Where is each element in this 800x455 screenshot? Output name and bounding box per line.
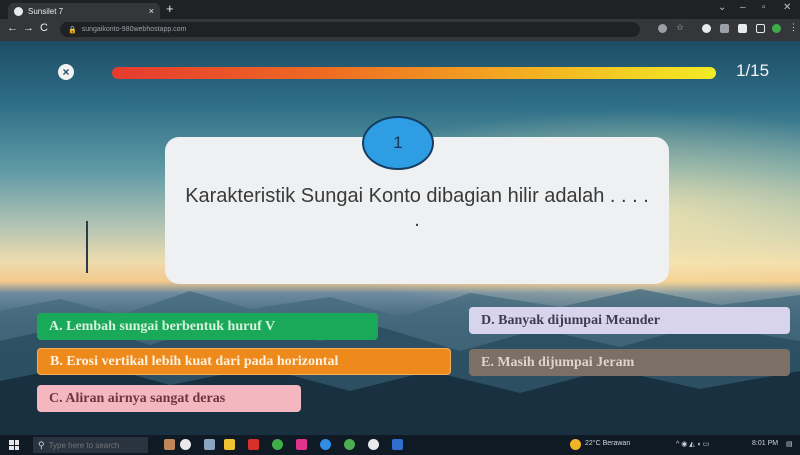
windows-start-icon[interactable] [9,440,19,450]
window-close-icon[interactable]: ✕ [783,3,791,13]
back-icon[interactable]: ← [7,23,18,34]
answer-option-b[interactable]: B. Erosi vertikal lebih kuat dari pada h… [37,348,451,375]
answer-option-d[interactable]: D. Banyak dijumpai Meander [469,307,790,334]
spotify-icon[interactable] [344,439,355,450]
weather-icon [570,439,581,450]
minimize-icon[interactable]: – [740,3,746,13]
weather-text: 22°C Berawan [585,440,631,447]
text-cursor [86,221,88,273]
favicon-icon [14,6,23,16]
address-bar-row: ← → C 🔒 sungaikonto-980webhostapp.com ☆ … [0,19,800,41]
sidepanel-icon[interactable] [756,24,765,33]
clock: 8:01 PM [752,440,779,447]
question-text: Karakteristik Sungai Konto dibagian hili… [185,185,649,231]
windows-taskbar: ⚲ 22°C Berawan ^ ◉ ◭ ◖ ▭ 8:01 PM ▤ [0,435,800,455]
word-icon[interactable] [392,439,403,450]
extension-z-icon[interactable] [720,24,729,33]
answer-option-e[interactable]: E. Masih dijumpai Jeram [469,349,790,376]
question-number-badge: 1 [362,116,434,170]
folder-icon[interactable] [224,439,235,450]
search-input[interactable] [48,440,145,450]
menu-dots-icon[interactable]: ⋮ [789,22,798,32]
tab-title: Sunsilet 7 [28,6,64,16]
search-icon: ⚲ [38,439,45,450]
star-icon[interactable]: ☆ [676,22,685,32]
lock-icon: 🔒 [68,26,77,34]
reload-icon[interactable]: C [40,23,48,34]
answer-option-c[interactable]: C. Aliran airnya sangat deras [37,385,301,412]
progress-bar [112,67,716,79]
url-text: sungaikonto-980webhostapp.com [81,26,187,33]
acrobat-icon[interactable] [248,439,259,450]
question-counter: 1/15 [736,61,770,80]
widget-icon[interactable] [164,439,175,450]
forward-icon[interactable]: → [23,23,34,34]
browser-tab-bar: Sunsilet 7 × + ⌄ – ▫ ✕ [0,0,800,19]
mail-icon[interactable] [296,439,307,450]
chevron-down-icon[interactable]: ⌄ [718,3,726,13]
extension-icon[interactable] [702,24,711,33]
taskbar-search[interactable]: ⚲ [33,437,148,453]
task-view-icon[interactable] [180,439,191,450]
url-field[interactable]: 🔒 sungaikonto-980webhostapp.com [60,22,640,37]
file-explorer-icon[interactable] [204,439,215,450]
new-tab-button[interactable]: + [166,2,174,15]
puzzle-icon[interactable] [738,24,747,33]
browser-tab[interactable]: Sunsilet 7 × [8,3,160,19]
tab-close-icon[interactable]: × [149,6,154,16]
edge-icon[interactable] [320,439,331,450]
chrome-icon[interactable] [368,439,379,450]
system-tray-icons[interactable]: ^ ◉ ◭ ◖ ▭ [676,440,709,448]
close-quiz-button[interactable]: × [58,64,74,80]
whatsapp-icon[interactable] [272,439,283,450]
quiz-page: × 1/15 1 Karakteristik Sungai Konto diba… [0,41,800,435]
answer-option-a[interactable]: A. Lembah sungai berbentuk huruf V [37,313,378,340]
maximize-icon[interactable]: ▫ [762,3,766,13]
profile-avatar-icon[interactable] [772,24,781,33]
share-icon[interactable] [658,24,667,33]
notification-icon[interactable]: ▤ [786,440,793,448]
